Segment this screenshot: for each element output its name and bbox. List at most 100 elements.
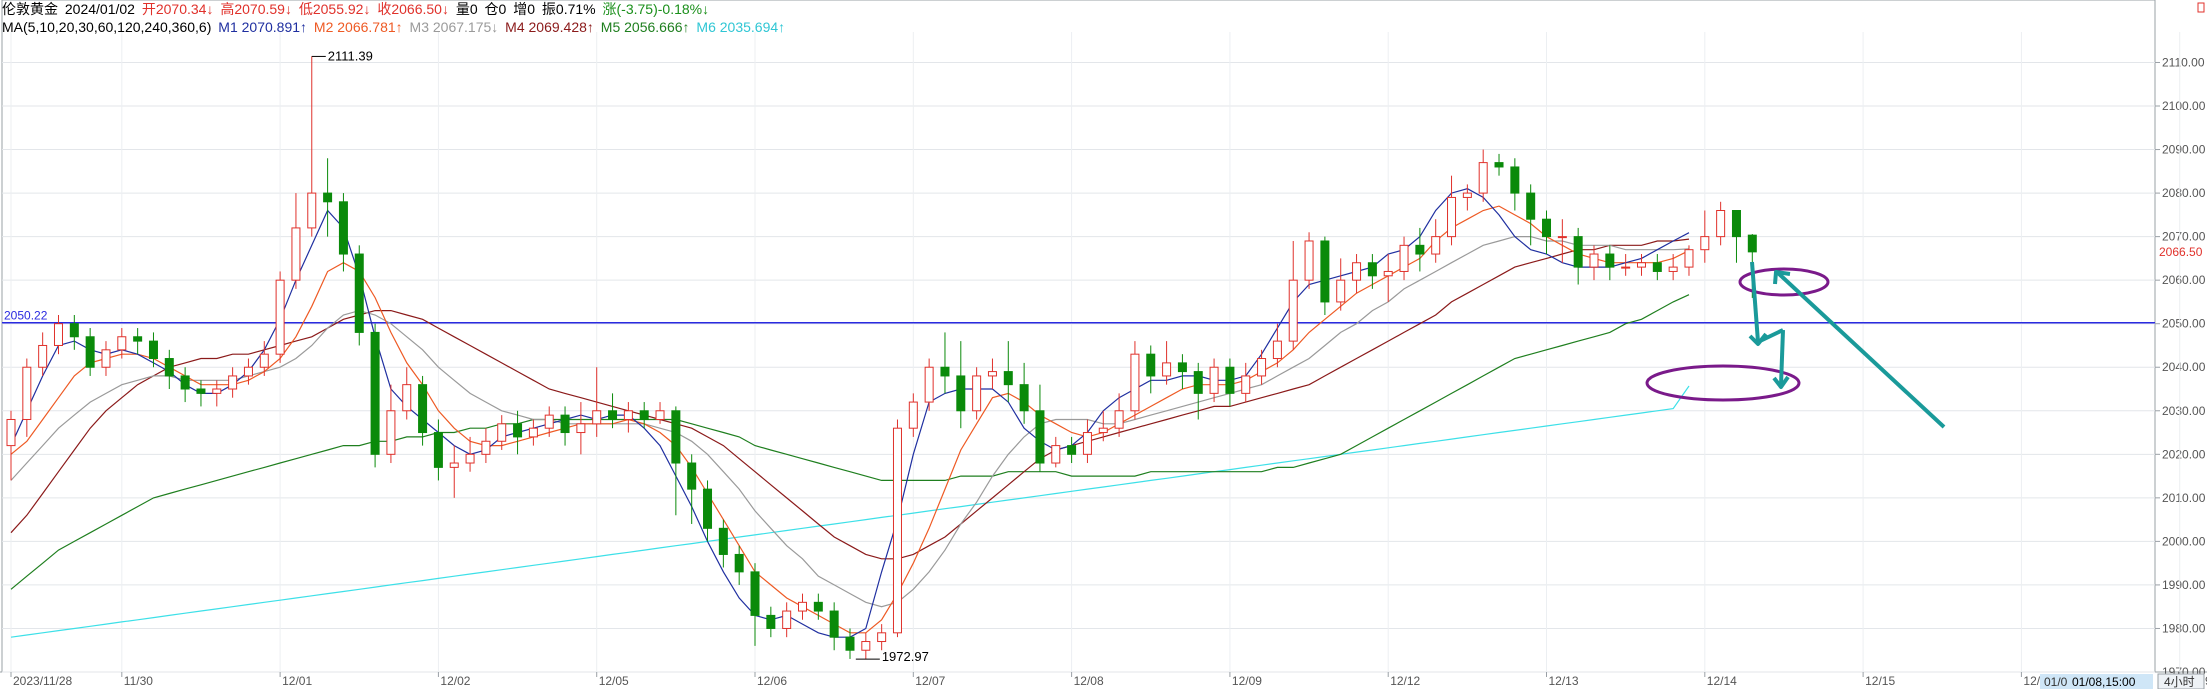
y-tick-label: 1980.00 (2162, 621, 2206, 635)
low-value: 低2055.92↓ (298, 1, 371, 17)
candle-body (1557, 236, 1567, 239)
annotation-arrow-long (1776, 271, 1946, 429)
candlestick-chart: 2110.00 2100.00 2090.00 2080.00 2070.00 2060.… (0, 0, 2207, 690)
candle-body (1542, 218, 1552, 238)
candle-body (813, 601, 823, 612)
candle-body (275, 279, 285, 355)
chart-area: 2110.00 2100.00 2090.00 2080.00 2070.00 2060.… (0, 0, 2207, 690)
candle-body (1447, 196, 1457, 238)
candle-body (22, 366, 32, 420)
candle-body (1605, 253, 1615, 268)
annotation-arrow-down (1750, 261, 1760, 343)
ma-m1: M1 2070.891↑ (218, 19, 308, 35)
corner-label-time: 01/08,15:00 (2072, 675, 2136, 689)
ma-m4: M4 2069.428↑ (505, 19, 594, 35)
candle-body (53, 323, 63, 346)
candle-body (1589, 253, 1599, 268)
candle-body (1003, 371, 1013, 386)
ma-m3: M3 2067.175↓ (409, 19, 499, 35)
candle-body (1193, 371, 1203, 394)
ma-m6: M6 2035.694↑ (696, 19, 786, 35)
candle-body (1700, 236, 1710, 251)
low-annotation: 1972.97 (882, 649, 929, 664)
candle-body (180, 375, 190, 390)
candle-body (703, 488, 713, 529)
x-tick-label: 12/02 (440, 674, 470, 688)
x-tick-label: 12/13 (1549, 674, 1579, 688)
candle-body (1573, 236, 1583, 268)
candle-body (243, 366, 253, 377)
candle-body (940, 366, 950, 377)
candle-body (6, 418, 16, 447)
candle-body (1731, 210, 1741, 238)
y-tick-label: 2000.00 (2162, 534, 2206, 548)
x-tick-label: 12/15 (1865, 674, 1895, 688)
candle-body (560, 414, 570, 434)
candle-body (513, 423, 523, 438)
candle-body (307, 192, 317, 229)
candle-body (623, 410, 633, 420)
candle-body (69, 323, 79, 338)
y-tick-label: 2080.00 (2162, 186, 2206, 200)
ma-params: MA(5,10,20,30,60,120,240,360,6) (2, 19, 212, 35)
amplitude-value: 振0.71% (541, 1, 596, 17)
candle-body (655, 410, 665, 420)
candle-body (1288, 279, 1298, 342)
candle-body (1747, 234, 1757, 253)
candle-body (481, 440, 491, 455)
y-tick-label: 2040.00 (2162, 360, 2206, 374)
candle-body (1494, 162, 1504, 168)
x-tick-label: 12/05 (599, 674, 629, 688)
x-tick-label: 12/14 (1707, 674, 1737, 688)
candle-body (1668, 266, 1678, 272)
y-tick-label: 2100.00 (2162, 99, 2206, 113)
x-tick-label: 12/08 (1074, 674, 1104, 688)
candle-body (1035, 410, 1045, 464)
ma-m5: M5 2056.666↑ (600, 19, 690, 35)
candle-body (1304, 240, 1314, 281)
ma-m2: M2 2066.781↑ (313, 19, 403, 35)
candle-body (766, 614, 776, 629)
candle-body (1130, 353, 1140, 412)
candle-body (892, 427, 902, 634)
candle-body (1225, 366, 1235, 394)
instrument-name: 伦敦黄金 (2, 1, 58, 17)
candle-body (259, 353, 269, 368)
candle-body (1462, 192, 1472, 198)
candle-body (1352, 262, 1362, 281)
candle-body (1146, 353, 1156, 377)
candle-body (1177, 362, 1187, 373)
y-tick-label: 2050.00 (2162, 317, 2206, 331)
candle-body (877, 632, 887, 643)
candle-body (1257, 358, 1267, 377)
candle-body (338, 201, 348, 255)
candle-body (987, 371, 997, 377)
ma-line-m6 (10, 385, 1690, 638)
volume-value: 量0 (455, 1, 478, 17)
candle-body (1336, 279, 1346, 303)
candle-body (1621, 266, 1631, 269)
y-tick-label: 2070.00 (2162, 230, 2206, 244)
y-tick-label: 2030.00 (2162, 404, 2206, 418)
candle-body (1098, 427, 1108, 434)
open-value: 开2070.34↓ (141, 1, 214, 17)
y-tick-label: 2060.00 (2162, 273, 2206, 287)
ma-header: MA(5,10,20,30,60,120,240,360,6) M1 2070.… (2, 18, 788, 36)
quote-date: 2024/01/02 (64, 1, 135, 17)
candle-body (1383, 270, 1393, 277)
candle-body (1431, 236, 1441, 255)
y-tick-label: 2090.00 (2162, 143, 2206, 157)
candle-body (212, 388, 222, 394)
candle-body (671, 410, 681, 464)
y-tick-label: 1990.00 (2162, 578, 2206, 592)
candle-body (528, 427, 538, 438)
candle-body (1716, 210, 1726, 238)
ma-line-m4 (10, 238, 1690, 560)
candle-body (829, 610, 839, 638)
candle-body (750, 571, 760, 616)
candle-body (908, 401, 918, 429)
corner-marker (2197, 2, 2205, 13)
candle-body (497, 423, 507, 442)
candle-body (924, 366, 934, 403)
candle-body (418, 384, 428, 434)
